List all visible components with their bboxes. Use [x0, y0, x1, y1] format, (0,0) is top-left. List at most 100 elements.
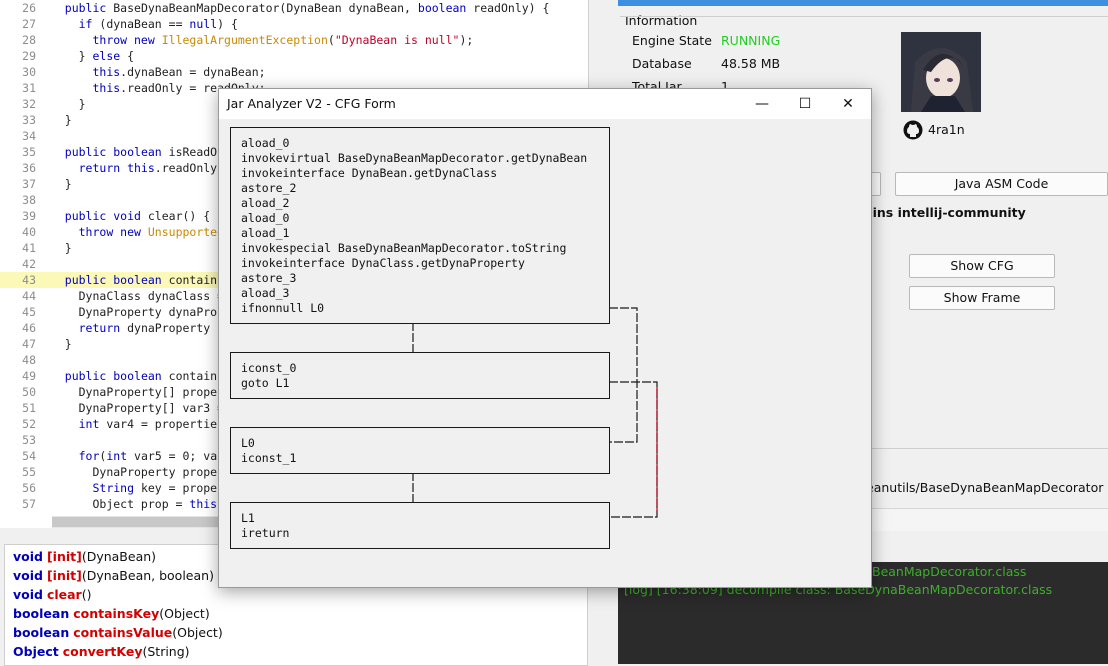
code-token: Object prop =	[92, 497, 190, 511]
instruction: iconst_0	[241, 361, 297, 375]
line-number: 36	[22, 161, 36, 175]
instruction: invokeinterface DynaBean.getDynaClass	[241, 166, 498, 180]
code-token: }	[64, 241, 72, 255]
instruction: L0	[241, 436, 255, 450]
show-cfg-button[interactable]: Show CFG	[909, 254, 1055, 278]
line-number: 47	[22, 337, 36, 351]
cfg-block: iconst_0 goto L1	[230, 352, 610, 399]
code-token: throw new	[92, 33, 162, 47]
method-item[interactable]: Object convertKey(String)	[13, 642, 190, 661]
line-number: 53	[22, 433, 36, 447]
minimize-button[interactable]: —	[739, 89, 785, 119]
code-line[interactable]: 29 } else {	[0, 48, 586, 64]
line-number: 54	[22, 449, 36, 463]
path-field[interactable]	[845, 508, 1108, 531]
author-name[interactable]: 4ra1n	[928, 122, 965, 137]
separator	[845, 448, 1108, 449]
line-number: 31	[22, 81, 36, 95]
instruction: aload_0	[241, 136, 290, 150]
instruction: invokeinterface DynaClass.getDynaPropert…	[241, 256, 525, 270]
method-item[interactable]: boolean containsValue(Object)	[13, 623, 223, 642]
instruction: ifnonnull L0	[241, 301, 325, 315]
instruction: aload_0	[241, 211, 290, 225]
code-token: public boolean	[64, 369, 169, 383]
method-args: (String)	[142, 644, 190, 659]
line-number: 35	[22, 145, 36, 159]
class-path-text: eanutils/BaseDynaBeanMapDecorator	[866, 480, 1104, 495]
github-icon[interactable]	[903, 120, 923, 140]
database-value: 48.58 MB	[721, 56, 781, 71]
top-accent-bar	[618, 0, 1108, 6]
java-asm-code-button[interactable]: Java ASM Code	[895, 172, 1108, 196]
line-number: 29	[22, 49, 36, 63]
code-line[interactable]: 26 public BaseDynaBeanMapDecorator(DynaB…	[0, 0, 586, 16]
instruction: aload_2	[241, 196, 290, 210]
code-token: int	[78, 417, 107, 431]
method-return-type: void	[13, 587, 43, 602]
line-number: 46	[22, 321, 36, 335]
method-item[interactable]: void [init](DynaBean, boolean)	[13, 566, 214, 585]
method-item[interactable]: boolean containsKey(Object)	[13, 604, 210, 623]
line-number: 45	[22, 305, 36, 319]
code-token: boolean	[417, 1, 474, 15]
line-number: 33	[22, 113, 36, 127]
line-number: 56	[22, 481, 36, 495]
method-args: (DynaBean)	[81, 549, 157, 564]
code-token: clear() {	[147, 209, 211, 223]
show-frame-button[interactable]: Show Frame	[909, 286, 1055, 310]
code-line[interactable]: 27 if (dynaBean == null) {	[0, 16, 586, 32]
code-token: }	[78, 49, 93, 63]
line-number: 42	[22, 257, 36, 271]
maximize-button[interactable]: ☐	[782, 89, 828, 119]
line-number: 41	[22, 241, 36, 255]
line-number: 51	[22, 401, 36, 415]
code-line[interactable]: 28 throw new IllegalArgumentException("D…	[0, 32, 586, 48]
method-name: convertKey	[62, 644, 143, 659]
line-number: 40	[22, 225, 36, 239]
method-item[interactable]: void clear()	[13, 585, 92, 604]
method-name: containsKey	[73, 606, 160, 621]
code-token: ) {	[217, 17, 238, 31]
instruction: astore_2	[241, 181, 297, 195]
code-token: public boolean	[64, 145, 169, 159]
code-token: }	[78, 97, 86, 111]
line-number: 43	[22, 273, 36, 287]
method-args: (DynaBean, boolean)	[81, 568, 214, 583]
method-return-type: boolean	[13, 606, 70, 621]
code-token: );	[459, 33, 474, 47]
method-return-type: boolean	[13, 625, 70, 640]
instruction: ireturn	[241, 526, 290, 540]
code-token: return this	[78, 161, 155, 175]
code-token: .dynaBean = dynaBean;	[120, 65, 266, 79]
code-token: this	[92, 81, 121, 95]
line-number: 50	[22, 385, 36, 399]
close-button[interactable]: ✕	[825, 89, 871, 119]
cfg-edge	[609, 307, 638, 443]
method-item[interactable]: void [init](DynaBean)	[13, 547, 156, 566]
line-number: 34	[22, 129, 36, 143]
code-token: this	[92, 65, 121, 79]
instruction: invokevirtual BaseDynaBeanMapDecorator.g…	[241, 151, 588, 165]
code-line[interactable]: 30 this.dynaBean = dynaBean;	[0, 64, 586, 80]
code-token: IllegalArgumentException	[161, 33, 328, 47]
dialog-title-bar[interactable]: Jar Analyzer V2 - CFG Form — ☐ ✕	[219, 89, 871, 119]
